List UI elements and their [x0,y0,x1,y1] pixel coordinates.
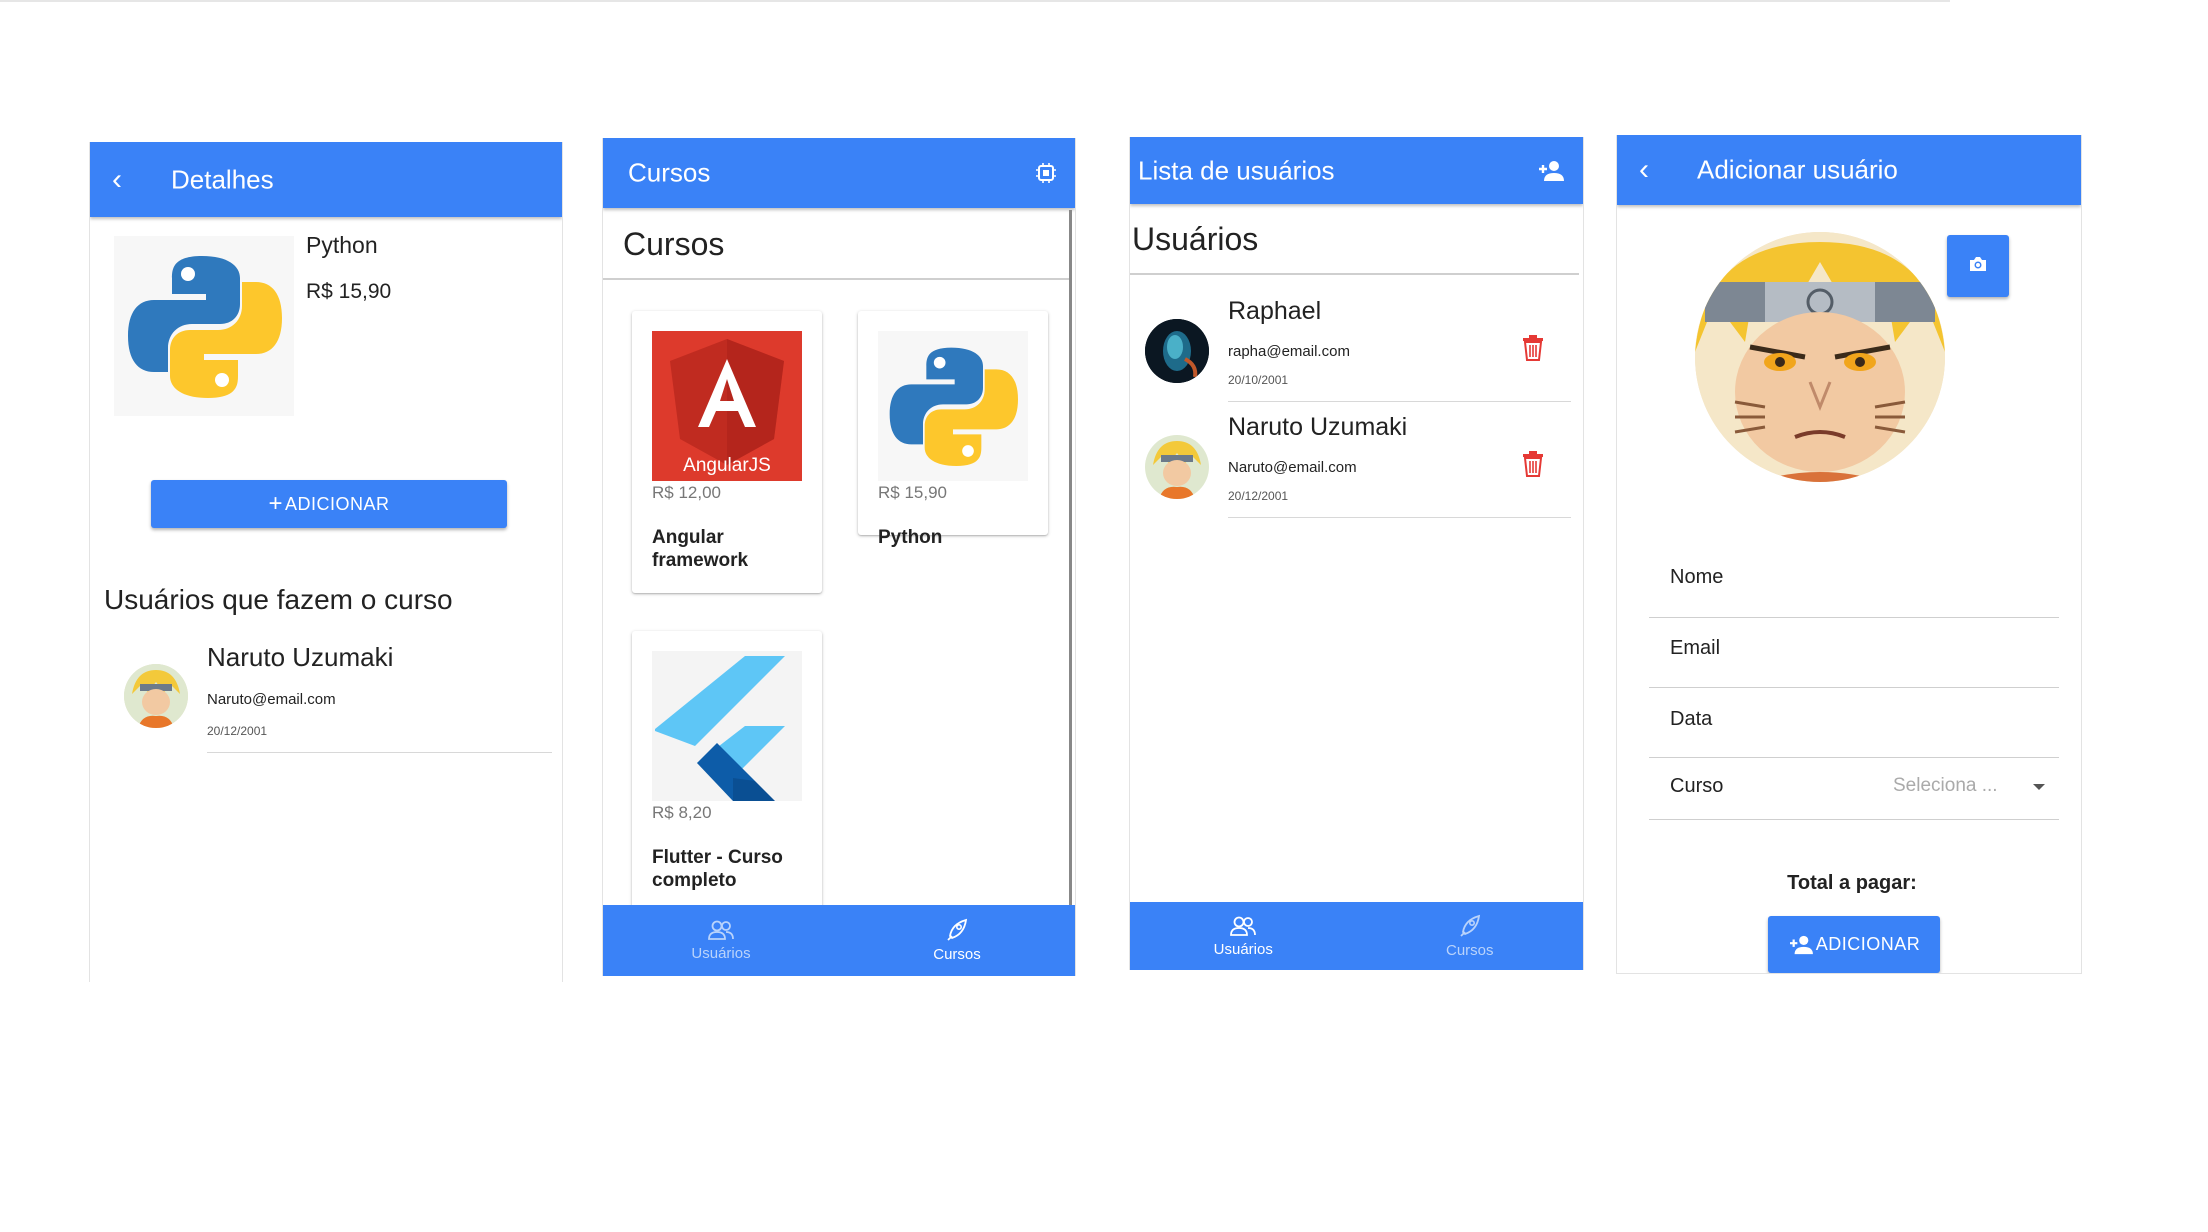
course-select[interactable]: Seleciona ... [1887,775,2047,805]
user-email: rapha@email.com [1228,343,1350,360]
user-email: Naruto@email.com [1228,459,1357,476]
email-field[interactable] [1649,687,2059,688]
user-date: 20/12/2001 [207,724,268,738]
name-field[interactable] [1649,617,2059,618]
course-card[interactable]: R$ 8,20 Flutter - Curso completo [632,631,822,921]
back-arrow-icon[interactable]: ‹ [1639,153,1649,187]
user-email: Naruto@email.com [207,691,336,708]
nav-label: Usuários [691,945,751,962]
course-price: R$ 8,20 [652,803,712,822]
user-name: Naruto Uzumaki [1228,413,1408,441]
course-name: Angular framework [652,527,749,571]
date-field-label[interactable]: Data [1670,708,1712,731]
details-screen: ‹ Detalhes Python R$ 15,90 + ADICIONAR U… [89,142,563,982]
add-user-icon [1788,934,1814,956]
course-price: R$ 12,00 [652,483,721,502]
camera-icon [1968,256,1988,277]
user-date: 20/10/2001 [1228,373,1289,387]
user-name: Naruto Uzumaki [207,642,394,672]
course-price: R$ 15,90 [878,483,947,502]
total-label: Total a pagar: [1787,872,1917,894]
python-logo-image [114,236,294,416]
angular-logo-image: AngularJS [652,331,802,481]
course-name: Flutter - Curso completo [652,847,783,891]
course-select-value: Seleciona ... [1893,775,1998,796]
angular-logo-text: AngularJS [683,455,771,476]
email-field-label[interactable]: Email [1670,637,1720,660]
camera-button[interactable] [1947,235,2009,297]
page-title: Lista de usuários [1138,155,1335,185]
add-course-button[interactable]: + ADICIONAR [151,480,507,528]
page-title: Adicionar usuário [1697,154,1898,185]
user-date: 20/12/2001 [1228,489,1289,503]
divider [207,752,552,753]
plus-icon: + [268,490,283,517]
avatar [124,664,188,728]
courses-screen: Cursos Cursos AngularJS R$ 12,00 Angular… [602,138,1076,976]
divider [603,278,1071,280]
course-card[interactable]: R$ 15,90 Python [858,311,1048,548]
courses-app-bar: Cursos [603,138,1075,208]
name-field-label[interactable]: Nome [1670,566,1723,589]
people-icon [1229,915,1257,941]
bottom-navigation: Usuários Cursos [1130,902,1583,970]
users-app-bar: Lista de usuários [1130,137,1583,204]
chevron-down-icon [2033,784,2045,790]
user-name: Raphael [1228,297,1322,325]
nav-item-usuarios[interactable]: Usuários [1130,902,1357,970]
add-user-button[interactable]: ADICIONAR [1768,916,1940,973]
course-field [1649,819,2059,820]
divider [1228,401,1571,402]
add-user-screen: ‹ Adicionar usuário Nome Email Data Curs… [1616,135,2082,974]
user-photo [1695,232,1945,482]
nav-item-cursos[interactable]: Cursos [839,905,1075,976]
scrollbar[interactable] [1069,210,1072,976]
users-heading: Usuários que fazem o curso [104,584,453,615]
users-list-screen: Lista de usuários Usuários Raphael rapha… [1129,137,1584,970]
course-select-label: Curso [1670,775,1724,797]
nav-label: Cursos [933,946,981,963]
page-title: Cursos [628,157,711,188]
rocket-icon [944,918,970,946]
add-button-label: ADICIONAR [285,493,390,514]
nav-item-usuarios[interactable]: Usuários [603,905,839,976]
add-button-label: ADICIONAR [1815,934,1921,954]
bottom-navigation: Usuários Cursos [603,905,1075,976]
date-field[interactable] [1649,757,2059,758]
rocket-icon [1457,914,1483,942]
flutter-logo-image [652,651,802,801]
add-user-app-bar: ‹ Adicionar usuário [1617,135,2081,205]
python-logo-image [878,331,1028,481]
back-arrow-icon[interactable]: ‹ [112,163,122,197]
divider [1228,517,1571,518]
delete-icon[interactable] [1522,335,1544,366]
divider [1130,273,1579,275]
nav-item-cursos[interactable]: Cursos [1357,902,1584,970]
course-name: Python [878,527,943,548]
section-heading: Cursos [623,226,725,262]
chip-icon[interactable] [1035,162,1057,184]
section-heading: Usuários [1132,221,1259,257]
nav-label: Usuários [1213,940,1273,958]
avatar [1145,319,1209,383]
nav-label: Cursos [1445,941,1494,959]
course-card[interactable]: AngularJS R$ 12,00 Angular framework [632,311,822,593]
avatar [1145,435,1209,499]
course-name: Python [306,232,378,258]
details-app-bar: ‹ Detalhes [90,142,562,217]
add-user-icon[interactable] [1537,159,1565,183]
delete-icon[interactable] [1522,451,1544,482]
people-icon [707,919,735,945]
course-price: R$ 15,90 [306,280,392,303]
page-title: Detalhes [171,164,274,194]
